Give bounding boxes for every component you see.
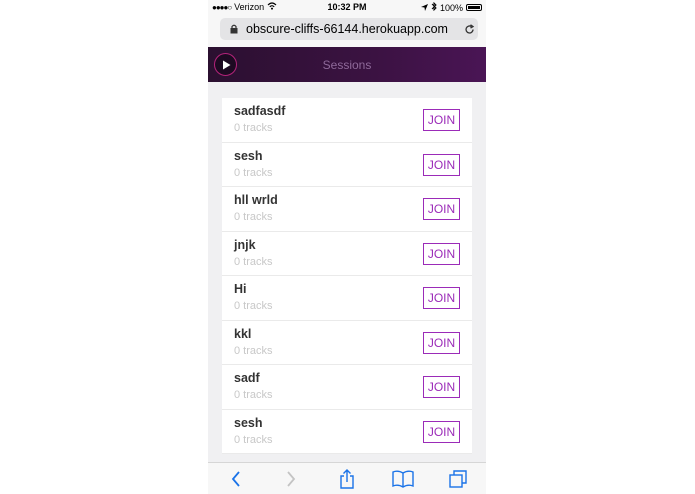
battery-icon bbox=[466, 4, 482, 11]
url-text: obscure-cliffs-66144.herokuapp.com bbox=[246, 22, 448, 36]
join-button[interactable]: JOIN bbox=[423, 153, 460, 176]
session-track-count: 0 tracks bbox=[234, 433, 273, 446]
session-name: sadf bbox=[234, 371, 260, 385]
join-button[interactable]: JOIN bbox=[423, 420, 460, 443]
session-name: jnjk bbox=[234, 237, 256, 252]
join-button[interactable]: JOIN bbox=[423, 198, 460, 220]
join-button[interactable]: JOIN bbox=[423, 376, 460, 398]
app-header: Sessions bbox=[208, 47, 486, 82]
list-item: hll wrld 0 tracks JOIN bbox=[222, 187, 472, 232]
browser-toolbar bbox=[208, 462, 486, 494]
share-icon[interactable] bbox=[332, 464, 362, 494]
browser-address-area: obscure-cliffs-66144.herokuapp.com bbox=[208, 14, 486, 47]
session-name: Hi bbox=[234, 282, 247, 296]
session-track-count: 0 tracks bbox=[234, 211, 273, 223]
tabs-icon[interactable] bbox=[443, 464, 473, 494]
session-track-count: 0 tracks bbox=[234, 300, 273, 312]
session-name: kkl bbox=[234, 326, 252, 341]
location-icon bbox=[420, 3, 428, 13]
list-item: sadf 0 tracks JOIN bbox=[222, 365, 472, 410]
list-item: sadfasdf 0 tracks JOIN bbox=[222, 98, 472, 143]
join-button[interactable]: JOIN bbox=[423, 287, 460, 309]
session-name: sadfasdf bbox=[234, 104, 286, 118]
list-item: Hi 0 tracks JOIN bbox=[222, 276, 472, 321]
session-track-count: 0 tracks bbox=[234, 255, 273, 268]
reload-icon[interactable] bbox=[460, 23, 478, 35]
back-icon[interactable] bbox=[221, 464, 251, 494]
lock-icon bbox=[228, 24, 240, 34]
session-track-count: 0 tracks bbox=[234, 166, 273, 179]
session-name: sesh bbox=[234, 415, 263, 430]
list-item: jnjk 0 tracks JOIN bbox=[222, 232, 472, 276]
join-button[interactable]: JOIN bbox=[423, 331, 460, 354]
forward-icon[interactable] bbox=[276, 464, 306, 494]
list-item: sesh 0 tracks JOIN bbox=[222, 410, 472, 454]
list-item: sesh 0 tracks JOIN bbox=[222, 143, 472, 187]
session-track-count: 0 tracks bbox=[234, 344, 273, 357]
status-bar: ●●●●○ Verizon 10:32 PM 100% bbox=[208, 0, 486, 14]
join-button[interactable]: JOIN bbox=[423, 242, 460, 265]
session-name: hll wrld bbox=[234, 193, 278, 207]
bookmarks-icon[interactable] bbox=[388, 464, 418, 494]
session-name: sesh bbox=[234, 148, 263, 163]
phone-screen: ●●●●○ Verizon 10:32 PM 100% obscure-clif… bbox=[208, 0, 486, 494]
list-item: kkl 0 tracks JOIN bbox=[222, 321, 472, 365]
battery-label: 100% bbox=[439, 2, 463, 13]
address-bar[interactable]: obscure-cliffs-66144.herokuapp.com bbox=[220, 18, 478, 40]
sessions-list: sadfasdf 0 tracks JOIN sesh 0 tracks JOI… bbox=[222, 98, 472, 454]
session-track-count: 0 tracks bbox=[234, 122, 273, 134]
bluetooth-icon bbox=[431, 1, 437, 13]
join-button[interactable]: JOIN bbox=[423, 109, 460, 131]
session-track-count: 0 tracks bbox=[234, 389, 273, 401]
page-title: Sessions bbox=[322, 58, 372, 72]
